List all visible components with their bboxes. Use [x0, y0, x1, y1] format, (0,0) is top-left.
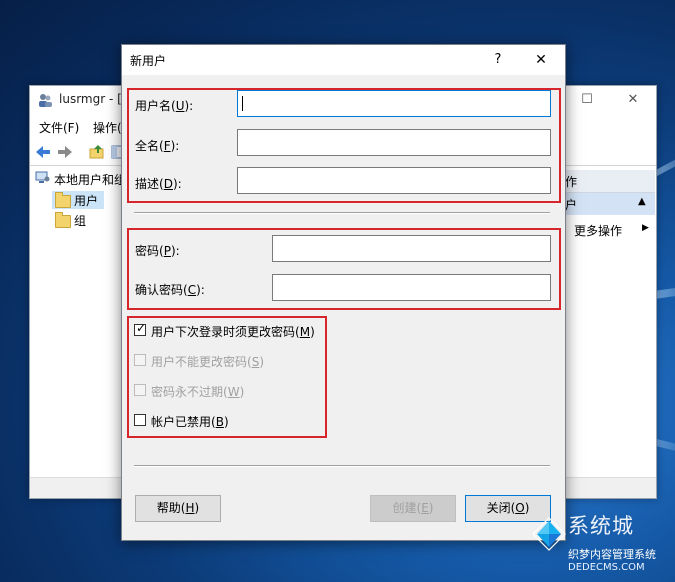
password-label: 密码(P): — [135, 244, 180, 258]
watermark-title: 系统城 — [568, 514, 634, 538]
confirm-password-input[interactable] — [272, 274, 551, 301]
help-icon[interactable]: ? — [487, 49, 509, 71]
separator — [134, 212, 550, 214]
up-folder-icon[interactable] — [89, 144, 105, 160]
collapse-triangle-icon[interactable]: ▲ — [638, 196, 646, 207]
account-disabled-checkbox[interactable]: 帐户已禁用(B) — [134, 412, 334, 430]
submenu-arrow-icon: ▶ — [642, 223, 649, 233]
checkbox-box — [134, 384, 146, 396]
actions-header-label: 作 — [565, 175, 578, 189]
tree-item-users[interactable]: 用户 — [52, 191, 104, 209]
actions-section-label: 户 — [565, 198, 578, 212]
tree-item-groups-label: 组 — [74, 214, 87, 228]
must-change-password-checkbox[interactable]: ✓ 用户下次登录时须更改密码(M) — [134, 321, 334, 340]
option-label: 密码永不过期(W) — [151, 385, 245, 399]
watermark-subtitle: 织梦内容管理系统 — [568, 548, 656, 561]
close-icon[interactable]: ✕ — [622, 90, 644, 110]
computer-users-icon — [35, 171, 50, 183]
menu-file[interactable]: 文件(F) — [39, 119, 79, 136]
tree-item-users-label: 用户 — [74, 194, 99, 208]
window-title: lusrmgr - [ — [59, 92, 122, 106]
username-input[interactable] — [237, 90, 551, 117]
checkbox-box: ✓ — [134, 321, 147, 336]
option-label: 用户不能更改密码(S) — [151, 355, 265, 369]
tree-pane: 本地用户和组 用户 组 — [30, 168, 126, 476]
checkbox-box — [134, 414, 146, 426]
separator — [134, 465, 550, 467]
new-user-dialog: 新用户 ? ✕ 用户名(U): 全名(F): 描述(D): 密码(P): 确认密… — [121, 44, 566, 541]
folder-icon — [55, 212, 71, 228]
description-label: 描述(D): — [135, 177, 182, 191]
checkmark-icon: ✓ — [136, 321, 147, 335]
fullname-input[interactable] — [237, 129, 551, 156]
option-label: 帐户已禁用(B) — [151, 415, 229, 429]
username-label: 用户名(U): — [135, 99, 194, 113]
maximize-icon[interactable]: ☐ — [576, 90, 598, 110]
cannot-change-password-checkbox[interactable]: 用户不能更改密码(S) — [134, 352, 334, 370]
text-caret — [242, 96, 243, 111]
menu-action[interactable]: 操作( — [93, 119, 122, 136]
actions-pane: 作 户 ▲ 更多操作 ▶ — [557, 168, 655, 476]
description-input[interactable] — [237, 167, 551, 194]
checkbox-box — [134, 354, 146, 366]
users-app-icon — [39, 94, 52, 107]
back-arrow-icon[interactable] — [35, 144, 51, 160]
help-button[interactable]: 帮助(H) — [135, 495, 221, 522]
folder-icon — [55, 192, 71, 208]
watermark: 系统城 织梦内容管理系统 DEDECMS.COM — [527, 506, 675, 582]
fullname-label: 全名(F): — [135, 139, 180, 153]
actions-section-users[interactable]: 户 ▲ — [558, 193, 655, 215]
dialog-title: 新用户 — [130, 54, 167, 68]
tree-root-label[interactable]: 本地用户和组 — [54, 171, 126, 188]
tree-item-groups[interactable]: 组 — [52, 211, 104, 229]
actions-header: 作 — [558, 170, 655, 193]
confirm-password-label: 确认密码(C): — [135, 283, 205, 297]
forward-arrow-icon[interactable] — [57, 144, 73, 160]
windows-logo-icon — [532, 517, 566, 551]
password-input[interactable] — [272, 235, 551, 262]
create-button[interactable]: 创建(E) — [370, 495, 456, 522]
password-never-expires-checkbox[interactable]: 密码永不过期(W) — [134, 382, 334, 400]
watermark-url: DEDECMS.COM — [568, 562, 645, 573]
more-actions-link[interactable]: 更多操作 — [574, 222, 622, 239]
option-label: 用户下次登录时须更改密码(M) — [151, 325, 315, 339]
dialog-titlebar: 新用户 ? ✕ — [122, 45, 565, 75]
close-icon[interactable]: ✕ — [530, 49, 552, 71]
